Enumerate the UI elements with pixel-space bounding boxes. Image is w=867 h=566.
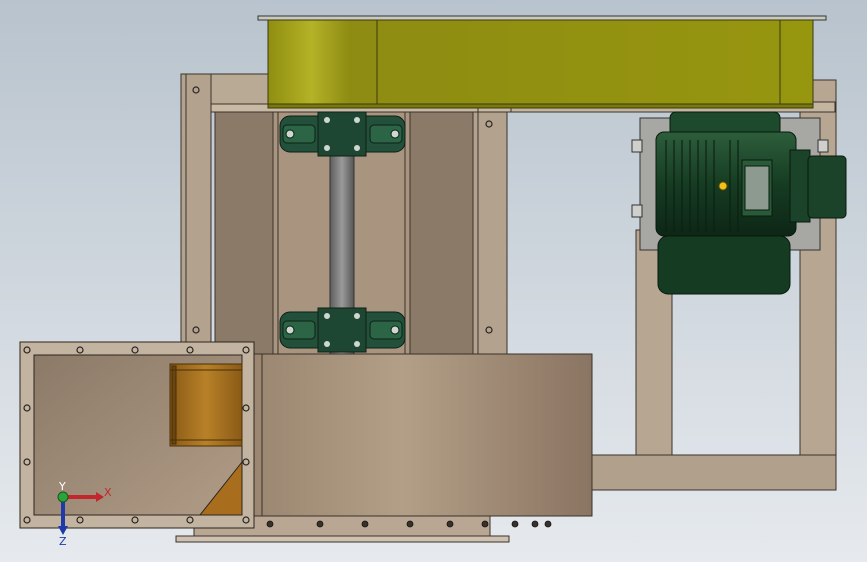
bolt (266, 520, 274, 528)
bolt (316, 520, 324, 528)
y-axis-dot (57, 491, 69, 503)
axis-y-label: Y (58, 480, 66, 493)
cad-viewport[interactable]: X Y Z (0, 0, 867, 562)
bolt (531, 520, 539, 528)
bolt (544, 520, 552, 528)
bolt (361, 520, 369, 528)
bolt (446, 520, 454, 528)
grease-nipple-icon (718, 181, 728, 191)
bearing-upper[interactable] (279, 111, 406, 157)
damper-blade[interactable] (169, 363, 243, 447)
axis-x-label: X (104, 486, 112, 499)
bearing-lower[interactable] (279, 307, 406, 353)
belt-guard[interactable] (257, 15, 827, 109)
model-canvas[interactable]: X Y Z (0, 0, 867, 562)
axis-z-label: Z (59, 535, 67, 548)
bolt (481, 520, 489, 528)
bolt (511, 520, 519, 528)
bolt (406, 520, 414, 528)
